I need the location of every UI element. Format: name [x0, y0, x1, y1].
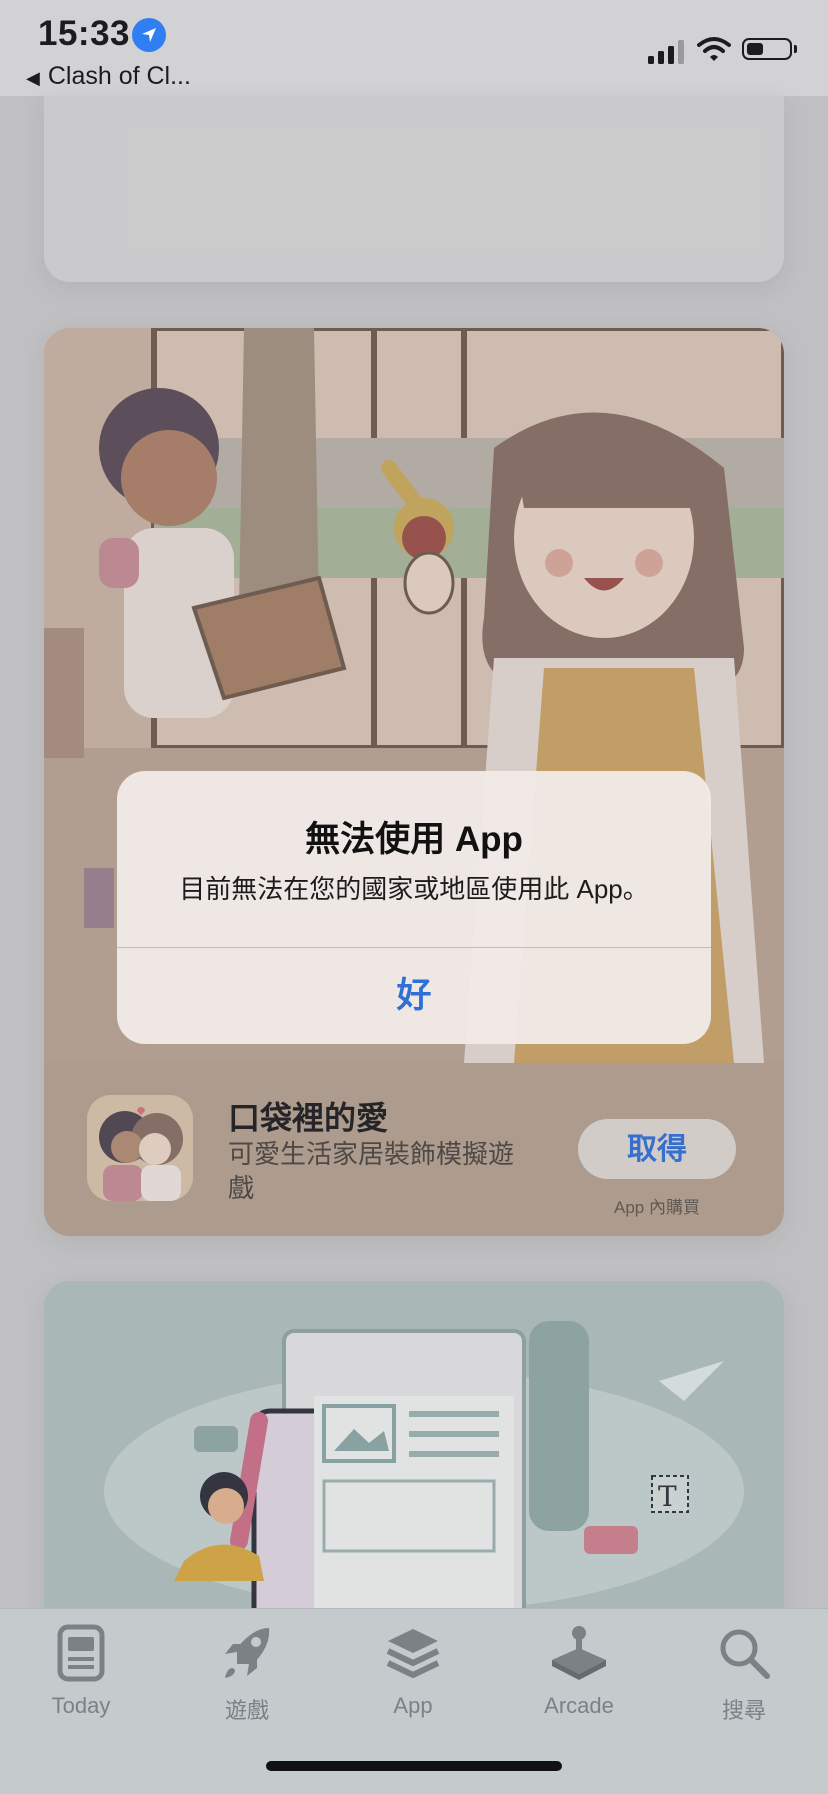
tab-arcade-label: Arcade: [544, 1693, 614, 1718]
tab-games[interactable]: 遊戲: [187, 1623, 307, 1725]
app-icon[interactable]: [87, 1095, 193, 1201]
home-indicator[interactable]: [266, 1761, 562, 1771]
status-time: 15:33: [38, 14, 131, 53]
alert-title: 無法使用 App: [305, 820, 523, 859]
joystick-icon: [552, 1626, 606, 1680]
tab-apps[interactable]: App: [353, 1623, 473, 1719]
tab-games-label: 遊戲: [224, 1698, 269, 1723]
wifi-icon: [697, 37, 731, 61]
story-card-previous[interactable]: [44, 96, 784, 282]
tab-search[interactable]: 搜尋: [684, 1623, 804, 1725]
signal-bars-icon: [648, 40, 684, 64]
app-name: 口袋裡的愛: [228, 1100, 389, 1136]
svg-text:T: T: [658, 1480, 677, 1513]
location-arrow-icon: [132, 18, 166, 52]
status-bar: 15:33 ◀ Clash of Cl...: [0, 0, 828, 96]
tab-today[interactable]: Today: [21, 1623, 141, 1719]
back-app-label: Clash of Cl...: [47, 62, 191, 90]
app-info-bar: 口袋裡的愛 可愛生活家居裝飾模擬遊戲 取得 App 內購買: [44, 1063, 784, 1236]
back-triangle-icon: ◀: [26, 68, 40, 88]
alert-message: 目前無法在您的國家或地區使用此 App。: [179, 874, 649, 904]
tab-search-label: 搜尋: [721, 1698, 766, 1723]
get-button[interactable]: 取得: [578, 1119, 736, 1179]
app-subtitle: 可愛生活家居裝飾模擬遊戲: [228, 1139, 515, 1203]
back-to-app-button[interactable]: ◀ Clash of Cl...: [26, 62, 191, 91]
alert-ok-button[interactable]: 好: [117, 948, 711, 1044]
tab-today-label: Today: [51, 1693, 111, 1718]
tab-apps-label: App: [393, 1693, 433, 1718]
alert-dialog: 無法使用 App 目前無法在您的國家或地區使用此 App。 好: [117, 771, 711, 1044]
app-stack-icon: [386, 1629, 440, 1678]
search-icon: [720, 1629, 770, 1679]
in-app-purchase-label: App 內購買: [614, 1198, 700, 1217]
today-icon: [57, 1624, 105, 1682]
rocket-icon: [225, 1628, 270, 1678]
tab-arcade[interactable]: Arcade: [519, 1623, 639, 1719]
battery-icon: [742, 38, 797, 60]
